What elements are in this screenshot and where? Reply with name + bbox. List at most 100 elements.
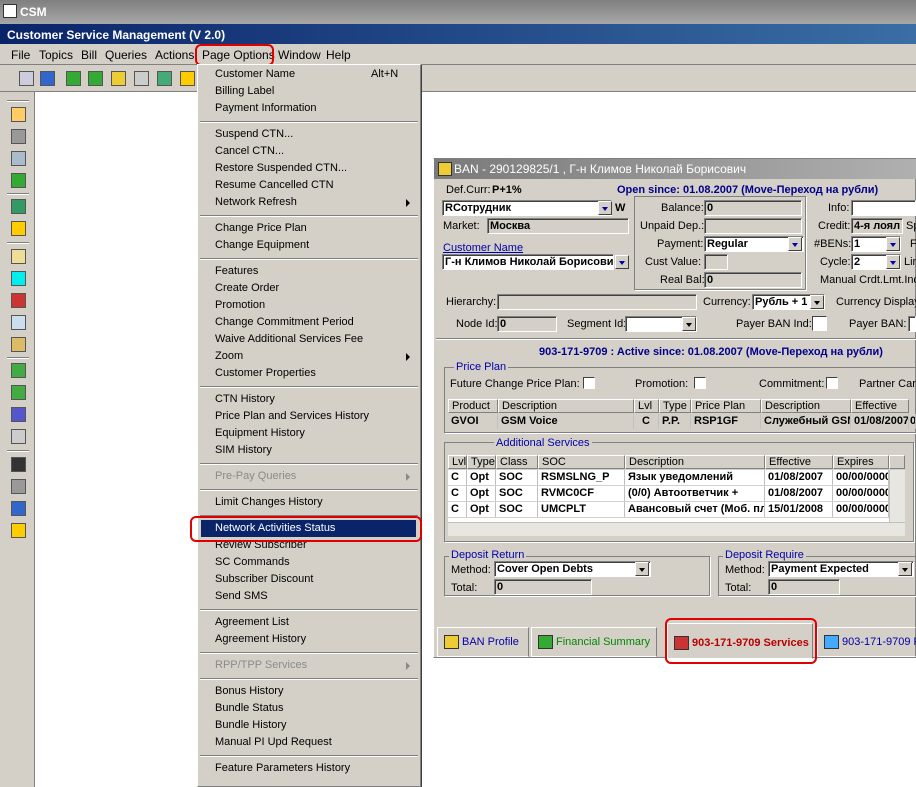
pp-col-product[interactable]: Product — [448, 399, 498, 413]
dropdown-arrow-icon[interactable] — [810, 295, 824, 309]
menu-item-resume-cancelled-ctn[interactable]: Resume Cancelled CTN — [215, 179, 334, 191]
exchange-icon[interactable] — [11, 173, 26, 188]
abc-icon[interactable] — [11, 523, 26, 538]
menu-window[interactable]: Window — [278, 48, 321, 62]
payer-ban-field[interactable] — [908, 316, 916, 332]
menu-actions[interactable]: Actions — [155, 48, 194, 62]
menu-item-billing-label[interactable]: Billing Label — [215, 85, 274, 97]
menu-item-ctn-history[interactable]: CTN History — [215, 393, 275, 405]
as-col-description[interactable]: Description — [625, 455, 765, 469]
as-col-type[interactable]: Type — [467, 455, 496, 469]
tab-financial-summary[interactable]: Financial Summary — [531, 627, 657, 657]
commitment-checkbox[interactable] — [826, 377, 838, 389]
pp-col-description[interactable]: Description — [498, 399, 634, 413]
customer-name-link[interactable]: Customer Name — [443, 242, 523, 254]
menu-item-limit-changes-history[interactable]: Limit Changes History — [215, 496, 323, 508]
menu-item-agreement-history[interactable]: Agreement History — [215, 633, 306, 645]
future-change-checkbox[interactable] — [583, 377, 595, 389]
window-title-bar[interactable]: CSM — [0, 0, 916, 24]
account-type-select[interactable]: RСотрудник — [442, 200, 612, 216]
dropdown-arrow-icon[interactable] — [615, 255, 629, 269]
menu-item-equipment-history[interactable]: Equipment History — [215, 427, 305, 439]
menu-item-suspend-ctn[interactable]: Suspend CTN... — [215, 128, 293, 140]
pp-col-type[interactable]: Type — [659, 399, 691, 413]
menu-file[interactable]: File — [11, 48, 30, 62]
menu-topics[interactable]: Topics — [39, 48, 73, 62]
dropdown-arrow-icon[interactable] — [598, 201, 612, 215]
document-icon[interactable] — [11, 249, 26, 264]
bill-icon[interactable] — [11, 221, 26, 236]
menu-item-payment-information[interactable]: Payment Information — [215, 102, 317, 114]
payer-ban-ind-checkbox[interactable] — [812, 316, 827, 331]
transfer-icon[interactable] — [11, 337, 26, 352]
menu-item-change-equipment[interactable]: Change Equipment — [215, 239, 309, 251]
deposit-return-method-select[interactable]: Cover Open Debts — [494, 561, 651, 577]
cyan-square-icon[interactable] — [11, 271, 26, 286]
dropdown-arrow-icon[interactable] — [682, 317, 696, 331]
menu-item-manual-pi-upd-request[interactable]: Manual PI Upd Request — [215, 736, 332, 748]
page-icon[interactable] — [11, 363, 26, 378]
menu-item-agreement-list[interactable]: Agreement List — [215, 616, 289, 628]
dropdown-arrow-icon[interactable] — [898, 562, 912, 576]
save-icon[interactable] — [11, 457, 26, 472]
menu-item-features[interactable]: Features — [215, 265, 258, 277]
menu-help[interactable]: Help — [326, 48, 351, 62]
menu-item-create-order[interactable]: Create Order — [215, 282, 279, 294]
menu-item-change-commitment-period[interactable]: Change Commitment Period — [215, 316, 354, 328]
menu-item-sc-commands[interactable]: SC Commands — [215, 556, 290, 568]
pages-icon[interactable] — [11, 385, 26, 400]
calculator-icon[interactable] — [157, 71, 172, 86]
tab-ban-profile[interactable]: BAN Profile — [437, 627, 529, 657]
menu-queries[interactable]: Queries — [105, 48, 147, 62]
menu-item-price-plan-services-history[interactable]: Price Plan and Services History — [215, 410, 369, 422]
menu-item-bundle-status[interactable]: Bundle Status — [215, 702, 284, 714]
customer-name-field[interactable]: Г-н Климов Николай Борисович — [442, 254, 614, 270]
dropdown-arrow-icon[interactable] — [886, 255, 900, 269]
ban-window-title-bar[interactable]: BAN - 290129825/1 , Г-н Климов Николай Б… — [434, 159, 916, 179]
as-col-effective[interactable]: Effective — [765, 455, 833, 469]
menu-item-feature-parameters-history[interactable]: Feature Parameters History — [215, 762, 350, 774]
calculator-icon[interactable] — [11, 199, 26, 214]
report-icon[interactable] — [180, 71, 195, 86]
as-col-soc[interactable]: SOC — [538, 455, 625, 469]
menu-item-bonus-history[interactable]: Bonus History — [215, 685, 283, 697]
horizontal-scrollbar[interactable] — [448, 522, 905, 536]
menu-item-change-price-plan[interactable]: Change Price Plan — [215, 222, 307, 234]
window-icon[interactable] — [11, 501, 26, 516]
arrows-icon[interactable] — [88, 71, 103, 86]
promotion-checkbox[interactable] — [694, 377, 706, 389]
menu-item-zoom[interactable]: Zoom — [215, 350, 243, 362]
person-icon[interactable] — [111, 71, 126, 86]
app-title-bar[interactable]: Customer Service Management (V 2.0) — [0, 24, 916, 44]
pp-col-description-2[interactable]: Description — [761, 399, 851, 413]
menu-item-waive-additional-services-fee[interactable]: Waive Additional Services Fee — [215, 333, 363, 345]
as-col-class[interactable]: Class — [496, 455, 538, 469]
deposit-require-method-select[interactable]: Payment Expected — [768, 561, 914, 577]
menu-item-restore-suspended-ctn[interactable]: Restore Suspended CTN... — [215, 162, 347, 174]
tab-ctn-features[interactable]: 903-171-9709 F — [817, 627, 916, 657]
tools-icon[interactable] — [11, 293, 26, 308]
menu-item-customer-properties[interactable]: Customer Properties — [215, 367, 316, 379]
database-icon[interactable] — [11, 479, 26, 494]
vertical-scrollbar[interactable] — [889, 470, 905, 522]
pp-col-effective[interactable]: Effective — [851, 399, 909, 413]
refresh-icon[interactable] — [66, 71, 81, 86]
device-icon[interactable] — [11, 151, 26, 166]
list-icon[interactable] — [11, 407, 26, 422]
dropdown-arrow-icon[interactable] — [886, 237, 900, 251]
as-col-expires[interactable]: Expires — [833, 455, 889, 469]
menu-item-network-refresh[interactable]: Network Refresh — [215, 196, 297, 208]
menu-item-subscriber-discount[interactable]: Subscriber Discount — [215, 573, 313, 585]
nav-icon[interactable] — [19, 71, 34, 86]
menu-item-bundle-history[interactable]: Bundle History — [215, 719, 287, 731]
info-field[interactable] — [851, 200, 916, 216]
columns-icon[interactable] — [134, 71, 149, 86]
clipboard-icon[interactable] — [11, 315, 26, 330]
menu-item-send-sms[interactable]: Send SMS — [215, 590, 268, 602]
menu-item-cancel-ctn[interactable]: Cancel CTN... — [215, 145, 284, 157]
pp-col-lvl[interactable]: Lvl — [634, 399, 659, 413]
network-icon[interactable] — [11, 129, 26, 144]
folder-icon[interactable] — [11, 107, 26, 122]
menu-item-promotion[interactable]: Promotion — [215, 299, 265, 311]
handshake-icon[interactable] — [11, 429, 26, 444]
